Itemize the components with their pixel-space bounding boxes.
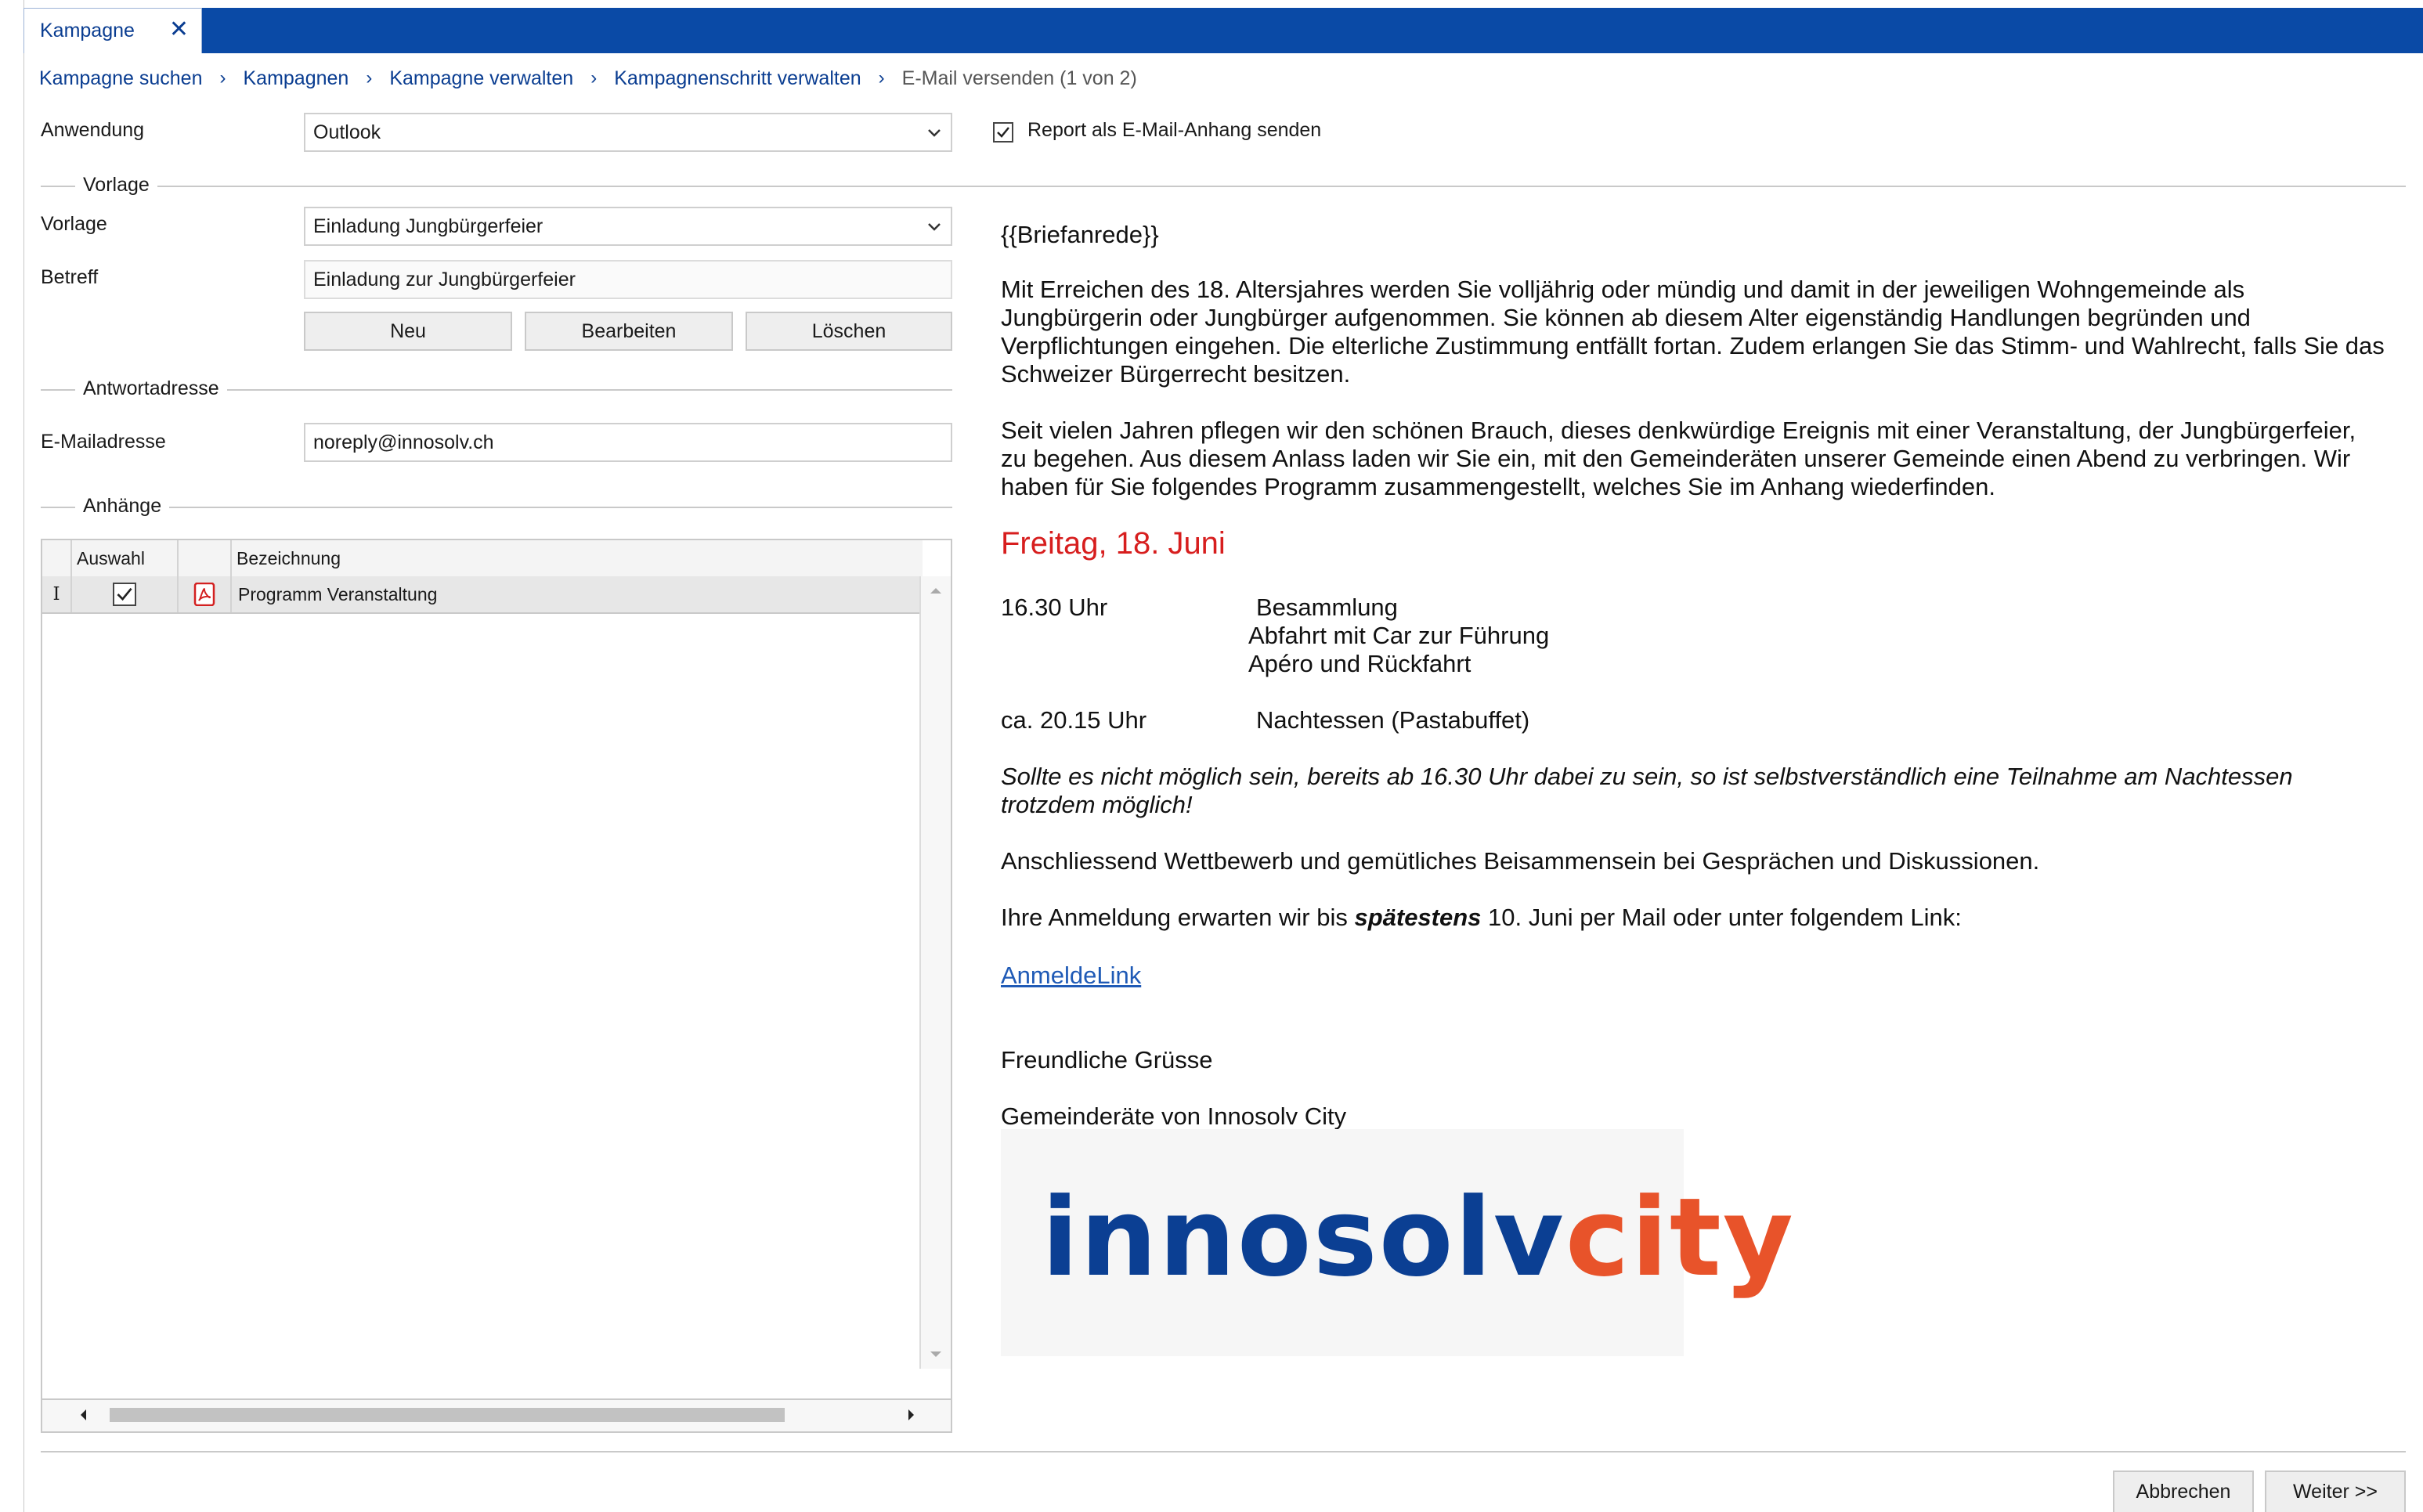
row-select-checkbox[interactable] [113,583,136,606]
email-label: E-Mailadresse [41,431,166,453]
mail-paragraph-1: Mit Erreichen des 18. Altersjahres werde… [1001,276,2385,388]
email-value: noreply@innosolv.ch [313,431,494,453]
footer-divider [41,1451,2406,1452]
anhaenge-group-header: Anhänge [41,495,952,518]
breadcrumb-item-kampagne-suchen[interactable]: Kampagne suchen [39,67,202,90]
vorlage-group-title: Vorlage [75,174,157,197]
vertical-scrollbar[interactable] [919,576,951,1369]
breadcrumb-item-kampagne-verwalten[interactable]: Kampagne verwalten [389,67,573,90]
betreff-label: Betreff [41,266,99,288]
breadcrumb: Kampagne suchen › Kampagnen › Kampagne v… [39,64,1137,92]
mail-date-heading: Freitag, 18. Juni [1001,526,1226,561]
column-header-type[interactable] [179,540,232,576]
report-checkbox[interactable] [993,122,1013,143]
row-indicator-header [42,540,72,576]
betreff-field[interactable]: Einladung zur Jungbürgerfeier [304,260,952,299]
chevron-down-icon [928,223,941,231]
antwortadresse-group-title: Antwortadresse [75,377,227,400]
bezeichnung-cell: Programm Veranstaltung [238,583,438,604]
weiter-button[interactable]: Weiter >> [2265,1471,2406,1512]
mail-p4-before: Ihre Anmeldung erwarten wir bis [1001,904,1348,931]
scroll-up-icon[interactable] [929,586,943,595]
mail-program-item-2: Abfahrt mit Car zur Führung [1248,622,1550,649]
mail-program-item-1: Besammlung [1256,594,1398,621]
checkmark-icon [117,587,132,601]
chevron-right-icon: › [366,67,373,88]
row-cursor-icon: I [42,576,72,612]
vorlage-group-header: Vorlage [41,174,2406,197]
logo-part-innosolv: innosolv [1042,1175,1565,1301]
loeschen-button[interactable]: Löschen [746,312,952,351]
mail-paragraph-2: Seit vielen Jahren pflegen wir den schön… [1001,417,2356,500]
horizontal-scroll-thumb[interactable] [110,1408,785,1422]
chevron-down-icon [928,129,941,137]
scroll-left-icon[interactable] [78,1408,88,1422]
vorlage-label: Vorlage [41,213,107,235]
grid-header: Auswahl Bezeichnung [42,540,923,578]
mail-time-1: 16.30 Uhr [1001,594,1108,621]
column-header-bezeichnung[interactable]: Bezeichnung [232,540,923,576]
tab-strip: Kampagne ✕ [23,8,2423,53]
auswahl-cell[interactable] [72,576,179,612]
mail-program-item-4: Nachtessen (Pastabuffet) [1256,706,1530,734]
chevron-right-icon: › [590,67,598,88]
chevron-right-icon: › [219,67,226,88]
antwortadresse-group-header: Antwortadresse [41,377,952,401]
tab-title: Kampagne [40,20,135,41]
breadcrumb-item-kampagnenschritt-verwalten[interactable]: Kampagnenschritt verwalten [614,67,861,90]
scroll-right-icon[interactable] [907,1408,916,1422]
vorlage-value: Einladung Jungbürgerfeier [313,215,543,237]
mail-paragraph-3: Anschliessend Wettbewerb und gemütliches… [1001,847,2040,875]
abbrechen-button[interactable]: Abbrechen [2113,1471,2254,1512]
report-checkbox-label: Report als E-Mail-Anhang senden [1027,119,1322,141]
close-icon[interactable]: ✕ [169,18,189,41]
mail-greeting: Freundliche Grüsse [1001,1046,1213,1074]
mail-p4-bold: spätestens [1354,904,1482,931]
breadcrumb-item-kampagnen[interactable]: Kampagnen [243,67,348,90]
column-header-auswahl[interactable]: Auswahl [72,540,179,576]
mail-program-item-3: Apéro und Rückfahrt [1248,650,1471,677]
bearbeiten-button[interactable]: Bearbeiten [525,312,733,351]
innosolv-city-logo: innosolvcity [1001,1129,1793,1356]
horizontal-scrollbar[interactable] [42,1398,951,1431]
email-field[interactable]: noreply@innosolv.ch [304,423,952,462]
checkmark-icon [997,127,1009,138]
mail-p4-after: 10. Juni per Mail oder unter folgendem L… [1488,904,1962,931]
chevron-right-icon: › [878,67,885,88]
vorlage-select[interactable]: Einladung Jungbürgerfeier [304,207,952,246]
mail-note: Sollte es nicht möglich sein, bereits ab… [1001,763,2293,818]
mail-signature: Gemeinderäte von Innosolv City [1001,1102,1347,1130]
betreff-value: Einladung zur Jungbürgerfeier [313,268,576,290]
type-cell [179,576,232,612]
attachments-grid[interactable]: Auswahl Bezeichnung I Programm Veranstal… [41,539,952,1433]
breadcrumb-current: E-Mail versenden (1 von 2) [901,67,1137,89]
scroll-down-icon[interactable] [929,1350,943,1359]
mail-registration-link[interactable]: AnmeldeLink [1001,962,1141,990]
pdf-icon [193,583,215,606]
logo-wordmark: innosolvcity [1042,1175,1795,1301]
anwendung-select[interactable]: Outlook [304,113,952,152]
mail-paragraph-4: Ihre Anmeldung erwarten wir bis späteste… [1001,904,2387,932]
anhaenge-group-title: Anhänge [75,495,170,518]
tab-kampagne[interactable]: Kampagne ✕ [23,8,202,53]
neu-button[interactable]: Neu [304,312,512,351]
mail-salutation: {{Briefanrede}} [1001,221,1159,248]
anwendung-value: Outlook [313,121,381,143]
mail-time-2: ca. 20.15 Uhr [1001,706,1147,734]
anwendung-label: Anwendung [41,119,145,141]
logo-part-city: city [1565,1175,1795,1301]
table-row[interactable]: I Programm Veranstaltung [42,576,923,614]
